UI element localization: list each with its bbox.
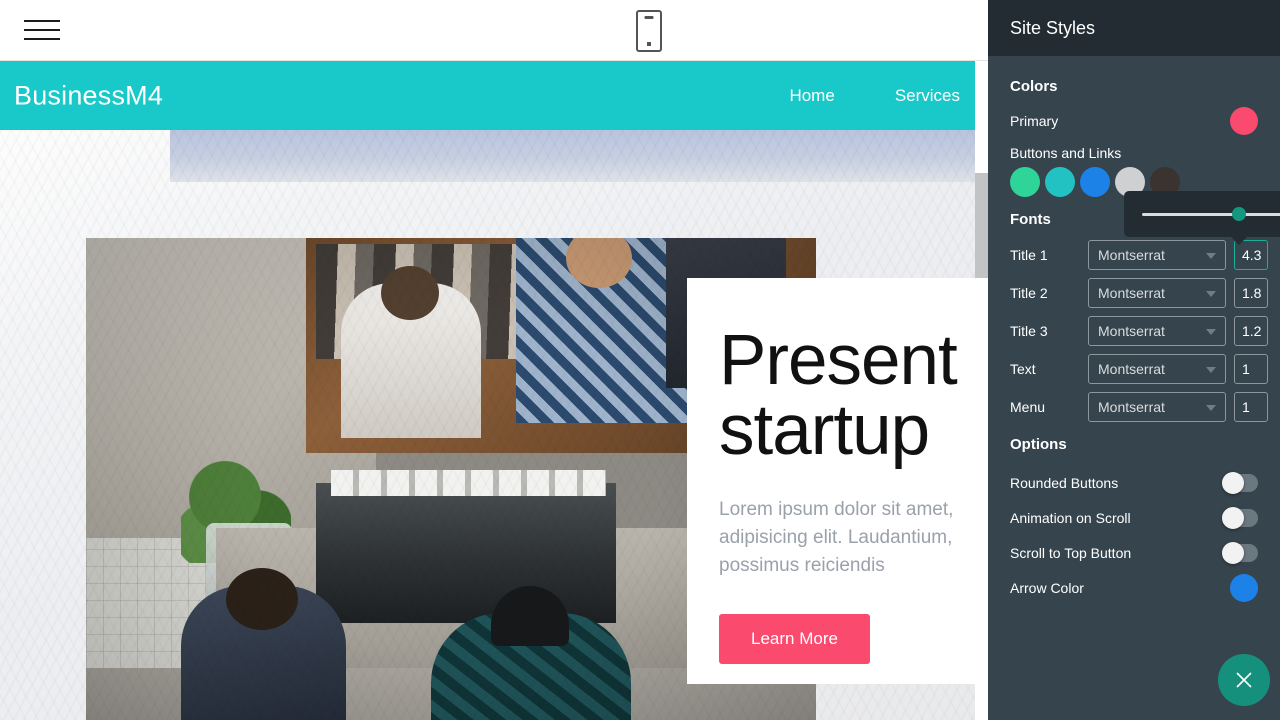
slider-track[interactable] <box>1142 207 1280 221</box>
toggle-knob <box>1222 541 1244 564</box>
site-styles-panel: Site Styles Colors Primary Buttons and L… <box>988 0 1280 720</box>
option-label: Rounded Buttons <box>1010 474 1119 491</box>
chevron-down-icon <box>1206 405 1216 411</box>
hero-sky-band <box>170 130 988 182</box>
hamburger-line <box>24 29 60 31</box>
hero-title-line2: startup <box>719 391 930 471</box>
editor-toolbar <box>0 0 988 61</box>
option-label: Scroll to Top Button <box>1010 544 1132 561</box>
font-family-select[interactable]: Montserrat <box>1088 316 1226 346</box>
chevron-down-icon <box>1206 291 1216 297</box>
font-row-title2: Title 2 Montserrat 1.8 <box>1010 278 1268 308</box>
hamburger-line <box>24 20 60 22</box>
options-section-heading: Options <box>1010 436 1067 453</box>
panel-header: Site Styles <box>988 0 1280 56</box>
buttons-links-label: Buttons and Links <box>1010 145 1122 161</box>
font-family-value: Montserrat <box>1098 323 1165 339</box>
font-family-select[interactable]: Montserrat <box>1088 392 1226 422</box>
font-size-input[interactable]: 1.8 <box>1234 278 1268 308</box>
site-nav-links: Home Services <box>775 80 974 112</box>
hamburger-menu-icon[interactable] <box>24 12 60 48</box>
chevron-down-icon <box>1206 253 1216 259</box>
font-size-slider-popup[interactable] <box>1124 191 1280 245</box>
site-navbar: BusinessM4 Home Services <box>0 61 988 130</box>
option-animation-on-scroll: Animation on Scroll <box>1010 500 1258 535</box>
button-color-swatch-1[interactable] <box>1010 167 1040 197</box>
font-family-value: Montserrat <box>1098 361 1165 377</box>
font-family-select[interactable]: Montserrat <box>1088 354 1226 384</box>
font-label: Text <box>1010 361 1036 377</box>
close-panel-button[interactable] <box>1218 654 1270 706</box>
hero-title-line1: Present <box>719 321 958 400</box>
font-family-value: Montserrat <box>1098 285 1165 301</box>
font-row-menu: Menu Montserrat 1 <box>1010 392 1268 422</box>
device-speaker <box>644 16 654 19</box>
site-brand[interactable]: BusinessM4 <box>14 80 163 111</box>
font-label: Menu <box>1010 399 1046 415</box>
mobile-device-icon[interactable] <box>636 10 662 52</box>
chevron-down-icon <box>1206 329 1216 335</box>
learn-more-button[interactable]: Learn More <box>719 613 870 664</box>
font-label: Title 1 <box>1010 247 1048 263</box>
hero-subtitle: Lorem ipsum dolor sit amet, adipisicing … <box>719 498 954 576</box>
font-label: Title 3 <box>1010 323 1048 339</box>
toggle-knob <box>1222 506 1244 529</box>
slider-handle[interactable] <box>1231 207 1246 221</box>
toggle-knob <box>1222 471 1244 494</box>
button-color-swatch-3[interactable] <box>1080 167 1110 197</box>
font-family-select[interactable]: Montserrat <box>1088 278 1226 308</box>
font-size-input[interactable]: 1 <box>1234 354 1268 384</box>
hamburger-line <box>24 38 60 40</box>
option-scroll-to-top: Scroll to Top Button <box>1010 535 1258 570</box>
hero-text-card: Present startup Lorem ipsum dolor sit am… <box>687 278 988 684</box>
arrow-color-swatch[interactable] <box>1230 573 1258 602</box>
rounded-buttons-toggle[interactable] <box>1222 471 1258 494</box>
font-family-value: Montserrat <box>1098 399 1165 415</box>
button-color-swatch-2[interactable] <box>1045 167 1075 197</box>
animation-on-scroll-toggle[interactable] <box>1222 506 1258 529</box>
option-arrow-color: Arrow Color <box>1010 570 1258 605</box>
nav-link-services[interactable]: Services <box>881 80 974 112</box>
option-rounded-buttons: Rounded Buttons <box>1010 465 1258 500</box>
font-row-title3: Title 3 Montserrat 1.2 <box>1010 316 1268 346</box>
primary-color-row: Primary <box>1010 107 1258 135</box>
option-label: Animation on Scroll <box>1010 509 1131 526</box>
primary-color-label: Primary <box>1010 113 1059 129</box>
font-family-select[interactable]: Montserrat <box>1088 240 1226 270</box>
device-home-button <box>647 42 651 46</box>
close-x-icon <box>1236 672 1252 688</box>
font-label: Title 2 <box>1010 285 1048 301</box>
font-family-value: Montserrat <box>1098 247 1165 263</box>
site-preview-canvas: BusinessM4 Home Services Present startup… <box>0 61 988 720</box>
panel-title: Site Styles <box>1010 17 1096 38</box>
primary-color-swatch[interactable] <box>1230 107 1258 135</box>
font-size-input[interactable]: 1 <box>1234 392 1268 422</box>
colors-section-heading: Colors <box>1010 78 1058 95</box>
option-label: Arrow Color <box>1010 579 1084 596</box>
scroll-to-top-toggle[interactable] <box>1222 541 1258 564</box>
font-size-input[interactable]: 1.2 <box>1234 316 1268 346</box>
font-row-title1: Title 1 Montserrat 4.3 <box>1010 240 1268 270</box>
chevron-down-icon <box>1206 367 1216 373</box>
panel-body: Colors Primary Buttons and Links Fonts T… <box>988 56 1280 605</box>
hero-section: Present startup Lorem ipsum dolor sit am… <box>0 130 988 720</box>
font-row-text: Text Montserrat 1 <box>1010 354 1268 384</box>
nav-link-home[interactable]: Home <box>775 80 848 112</box>
